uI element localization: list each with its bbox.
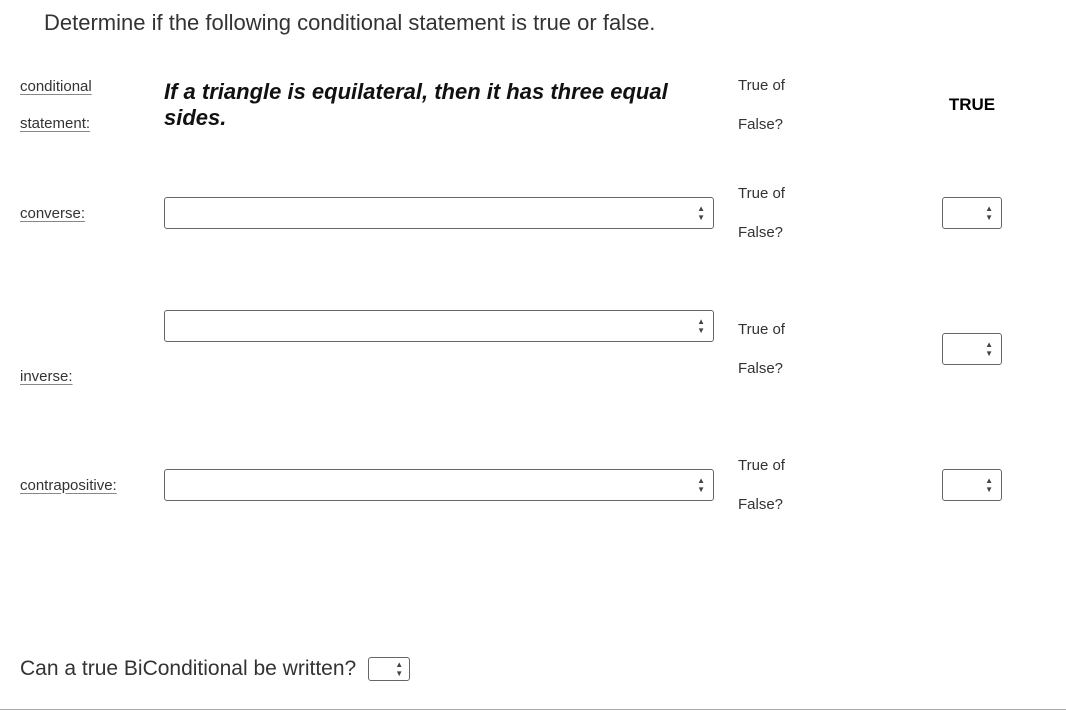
dropdown-inverse-statement[interactable]: ▲▼ — [164, 310, 714, 342]
tf-false-line: False? — [738, 105, 898, 144]
answer-conditional: TRUE — [912, 95, 1032, 115]
dropdown-converse-answer[interactable]: ▲▼ — [942, 197, 1002, 229]
conditional-statement-text: If a triangle is equilateral, then it ha… — [164, 73, 714, 137]
biconditional-row: Can a true BiConditional be written? ▲▼ — [20, 657, 410, 681]
chevron-updown-icon: ▲▼ — [697, 318, 705, 335]
conditional-statement-label-group: conditional statement: — [20, 78, 150, 132]
truefalse-contrapositive: True of False? — [728, 446, 898, 524]
truefalse-inverse: True of False? — [728, 310, 898, 388]
biconditional-question: Can a true BiConditional be written? — [20, 657, 356, 681]
statement-grid: conditional statement: If a triangle is … — [20, 66, 1046, 524]
question-title: Determine if the following conditional s… — [44, 10, 1046, 36]
dropdown-contrapositive-statement[interactable]: ▲▼ — [164, 469, 714, 501]
label-inverse: inverse: — [20, 368, 150, 385]
tf-false-line: False? — [738, 213, 898, 252]
dropdown-inverse-answer[interactable]: ▲▼ — [942, 333, 1002, 365]
chevron-updown-icon: ▲▼ — [697, 205, 705, 222]
dropdown-contrapositive-answer[interactable]: ▲▼ — [942, 469, 1002, 501]
label-contrapositive: contrapositive: — [20, 477, 150, 494]
tf-true-line: True of — [738, 174, 898, 213]
chevron-updown-icon: ▲▼ — [395, 661, 403, 678]
label-converse: converse: — [20, 205, 150, 222]
label-statement: statement: — [20, 115, 150, 132]
tf-true-line: True of — [738, 66, 898, 105]
chevron-updown-icon: ▲▼ — [985, 341, 993, 358]
chevron-updown-icon: ▲▼ — [985, 205, 993, 222]
label-conditional: conditional — [20, 78, 150, 95]
chevron-updown-icon: ▲▼ — [985, 477, 993, 494]
chevron-updown-icon: ▲▼ — [697, 477, 705, 494]
truefalse-conditional: True of False? — [728, 66, 898, 144]
tf-false-line: False? — [738, 485, 898, 524]
tf-false-line: False? — [738, 349, 898, 388]
tf-true-line: True of — [738, 310, 898, 349]
dropdown-biconditional-answer[interactable]: ▲▼ — [368, 657, 410, 681]
truefalse-converse: True of False? — [728, 174, 898, 252]
tf-true-line: True of — [738, 446, 898, 485]
dropdown-converse-statement[interactable]: ▲▼ — [164, 197, 714, 229]
